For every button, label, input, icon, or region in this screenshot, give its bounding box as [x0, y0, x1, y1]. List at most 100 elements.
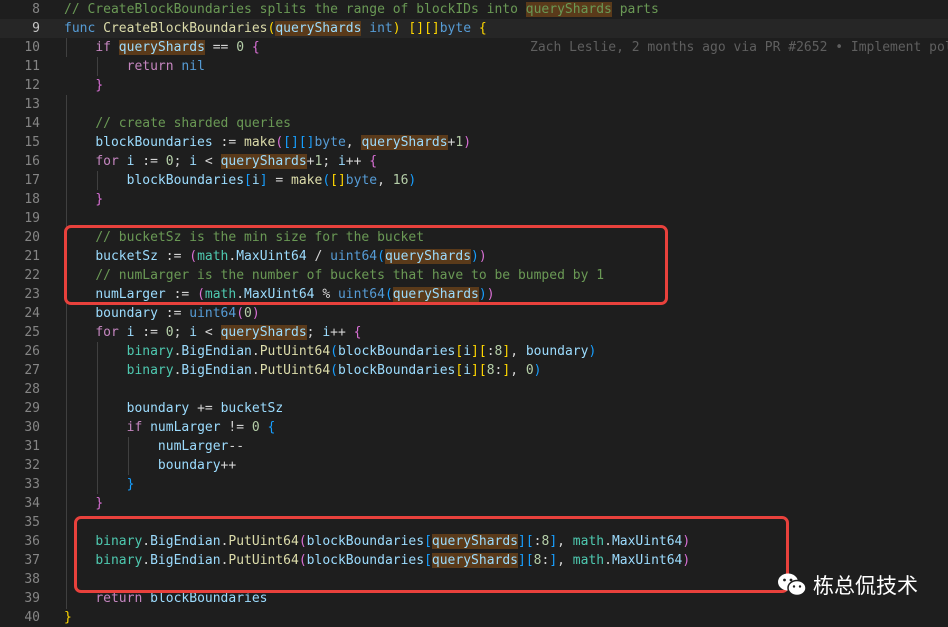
code-token: ) [533, 363, 542, 378]
line-code: // CreateBlockBoundaries splits the rang… [64, 0, 659, 19]
code-line[interactable]: 31 numLarger-- [0, 437, 948, 456]
code-line[interactable]: 25 for i := 0; i < queryShards; i++ { [0, 323, 948, 342]
code-token: [ [478, 363, 487, 378]
line-number: 16 [24, 154, 40, 169]
code-token: 0 [165, 325, 174, 340]
code-token: ] [471, 344, 479, 359]
code-line[interactable]: 27 binary.BigEndian.PutUint64(blockBound… [0, 361, 948, 380]
code-line[interactable]: 8 // CreateBlockBoundaries splits the ran… [0, 0, 948, 19]
code-line[interactable]: 34 } [0, 494, 948, 513]
code-line[interactable]: 28 [0, 380, 948, 399]
code-line[interactable]: 12 } [0, 76, 948, 95]
code-line[interactable]: 15 blockBoundaries := make([][]byte, que… [0, 133, 948, 152]
code-line[interactable]: 9 func CreateBlockBoundaries(queryShards … [0, 19, 948, 38]
code-token: , [377, 173, 393, 188]
line-number: 33 [24, 477, 40, 492]
code-token: i [189, 154, 198, 169]
code-token: [] [283, 135, 299, 150]
code-token: [] [424, 21, 440, 36]
code-line[interactable]: 24 boundary := uint64(0) [0, 304, 948, 323]
code-token: := [134, 325, 166, 340]
line-number: 36 [24, 534, 40, 549]
code-line[interactable]: 13 [0, 95, 948, 114]
line-number: 14 [24, 116, 40, 131]
code-token: blockBoundaries [337, 344, 456, 359]
code-token: queryShards [525, 2, 612, 17]
code-line[interactable]: 11 return nil [0, 57, 948, 76]
line-number: 29 [24, 401, 40, 416]
code-editor[interactable]: 8 // CreateBlockBoundaries splits the ran… [0, 0, 948, 626]
watermark-text: 栋总侃技术 [813, 574, 918, 598]
code-token: ++ [330, 325, 354, 340]
code-token: := [212, 135, 245, 150]
code-token: += [189, 401, 221, 416]
code-token: ) [463, 135, 472, 150]
code-token: BigEndian [181, 363, 252, 378]
code-token: 0 [525, 363, 534, 378]
line-number: 23 [24, 287, 40, 302]
code-token: queryShards [118, 40, 205, 55]
code-token: uint64 [189, 306, 237, 321]
line-number: 22 [24, 268, 40, 283]
code-token: } [95, 496, 104, 511]
code-token: for [95, 325, 127, 340]
code-token: func [64, 21, 104, 36]
code-token: bucketSz [220, 401, 284, 416]
code-token: ++ [345, 154, 370, 169]
code-token: PutUint64 [259, 363, 331, 378]
code-token: = [267, 173, 291, 188]
code-token: parts [611, 2, 659, 17]
code-line[interactable]: 18 } [0, 190, 948, 209]
code-token: } [64, 610, 72, 625]
code-line[interactable]: 26 binary.BigEndian.PutUint64(blockBound… [0, 342, 948, 361]
code-token: queryShards [220, 154, 307, 169]
code-token: blockBoundaries [126, 173, 245, 188]
code-token: [ [478, 344, 487, 359]
line-number: 25 [24, 325, 40, 340]
line-number: 13 [24, 97, 40, 112]
code-line[interactable]: 33 } [0, 475, 948, 494]
line-number: 28 [24, 382, 40, 397]
code-token: } [126, 477, 135, 492]
code-line[interactable]: 30 if numLarger != 0 { [0, 418, 948, 437]
code-line[interactable]: 40} [0, 608, 948, 627]
code-token: ( [330, 344, 338, 359]
line-number: 18 [24, 192, 40, 207]
code-token: // CreateBlockBoundaries splits the rang… [64, 2, 526, 17]
code-line[interactable]: 10 if queryShards == 0 { [0, 38, 948, 57]
line-code: if numLarger != 0 { [64, 418, 276, 437]
code-token: [] [330, 173, 346, 188]
code-token: make [244, 135, 276, 150]
wechat-icon [778, 573, 807, 597]
code-token: } [95, 78, 104, 93]
code-token: ) [408, 173, 417, 188]
code-token: i [322, 325, 331, 340]
line-code: } [64, 475, 135, 494]
code-token: queryShards [275, 21, 362, 36]
code-token: i [463, 363, 472, 378]
line-code: } [64, 494, 103, 513]
code-line[interactable]: 32 boundary++ [0, 456, 948, 475]
code-line[interactable]: 16 for i := 0; i < queryShards+1; i++ { [0, 152, 948, 171]
code-token: byte [439, 21, 472, 36]
code-token: { [353, 325, 362, 340]
code-line[interactable]: 17 blockBoundaries[i] = make([]byte, 16) [0, 171, 948, 190]
code-token: if [126, 420, 151, 435]
code-token: numLarger [157, 439, 229, 454]
line-code: func CreateBlockBoundaries(queryShards i… [64, 19, 487, 38]
code-line[interactable]: 29 boundary += bucketSz [0, 399, 948, 418]
code-line[interactable]: 14 // create sharded queries [0, 114, 948, 133]
